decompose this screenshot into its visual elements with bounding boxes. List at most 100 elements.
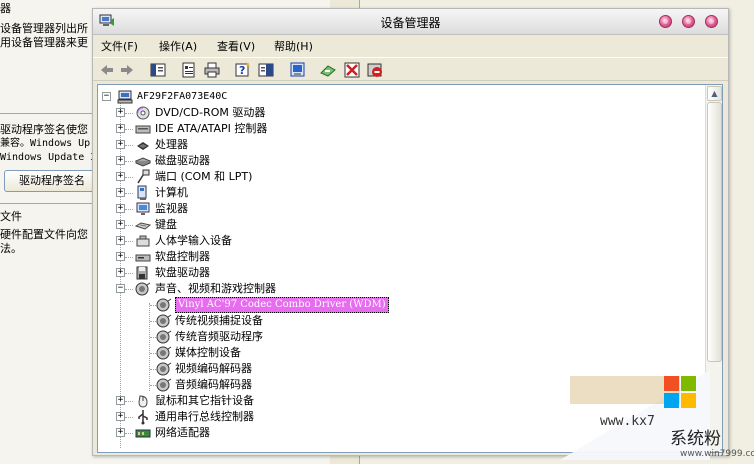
tree-category-label: 监视器 xyxy=(155,202,188,215)
hid-icon xyxy=(135,233,151,249)
tree-category-row[interactable]: + 计算机 xyxy=(98,185,398,201)
tree-category-label: 端口 (COM 和 LPT) xyxy=(155,170,253,183)
sound-icon xyxy=(135,281,151,297)
scan-hardware-icon[interactable] xyxy=(289,61,307,79)
divider xyxy=(0,203,95,204)
forward-icon[interactable] xyxy=(118,61,136,79)
tree-line xyxy=(125,129,133,130)
tree-category-row[interactable]: + 监视器 xyxy=(98,201,398,217)
tree-category-row[interactable]: + 键盘 xyxy=(98,217,398,233)
sound-device-icon xyxy=(156,361,172,377)
tree-category-row[interactable]: + 软盘控制器 xyxy=(98,249,398,265)
tree-line xyxy=(125,209,133,210)
tree-device-label: 音频编码解码器 xyxy=(175,378,252,391)
computer-icon xyxy=(135,185,151,201)
driver-signing-button[interactable]: 驱动程序签名 xyxy=(4,170,96,192)
tree-category-label: 软盘控制器 xyxy=(155,250,210,263)
menu-file[interactable]: 文件(F) xyxy=(101,38,138,54)
tree-device-row[interactable]: 传统音频驱动程序 xyxy=(98,329,398,345)
expand-toggle[interactable]: + xyxy=(116,268,125,277)
expand-toggle[interactable]: + xyxy=(116,108,125,117)
expand-toggle[interactable]: + xyxy=(116,396,125,405)
print-icon[interactable] xyxy=(203,61,221,79)
tree-category-row[interactable]: + 网络适配器 xyxy=(98,425,398,441)
tree-category-label: IDE ATA/ATAPI 控制器 xyxy=(155,122,268,135)
tree-category-row[interactable]: + DVD/CD-ROM 驱动器 xyxy=(98,105,398,121)
svg-text:?: ? xyxy=(239,64,245,77)
bg-text-line: 法。 xyxy=(0,242,22,255)
collapse-toggle[interactable]: − xyxy=(116,284,125,293)
expand-toggle[interactable]: + xyxy=(116,172,125,181)
bg-text-line: Windows Update 3 xyxy=(0,152,97,163)
disable-icon[interactable] xyxy=(343,61,361,79)
uninstall-icon[interactable] xyxy=(366,61,384,79)
expand-toggle[interactable]: + xyxy=(116,140,125,149)
tree-device-row[interactable]: 视频编码解码器 xyxy=(98,361,398,377)
computer-icon xyxy=(117,89,133,105)
tree-device-row[interactable]: 音频编码解码器 xyxy=(98,377,398,393)
tree-category-row[interactable]: + 端口 (COM 和 LPT) xyxy=(98,169,398,185)
console-tree-icon[interactable] xyxy=(149,61,167,79)
tree-category-row[interactable]: − 声音、视频和游戏控制器 xyxy=(98,281,398,297)
tree-line xyxy=(125,177,133,178)
minimize-button[interactable] xyxy=(659,15,672,28)
collapse-toggle[interactable]: − xyxy=(102,92,111,101)
tree-device-row[interactable]: 传统视频捕捉设备 xyxy=(98,313,398,329)
tree-category-label: DVD/CD-ROM 驱动器 xyxy=(155,106,266,119)
expand-toggle[interactable]: + xyxy=(116,236,125,245)
tree-root-row[interactable]: − AF29F2FA073E40C xyxy=(98,89,398,105)
tree-category-row[interactable]: + 处理器 xyxy=(98,137,398,153)
dvd-icon xyxy=(135,105,151,121)
tree-device-row-selected[interactable]: Vinyl AC'97 Codec Combo Driver (WDM) xyxy=(98,297,418,313)
expand-toggle[interactable]: + xyxy=(116,156,125,165)
expand-toggle[interactable]: + xyxy=(116,428,125,437)
tree-category-row[interactable]: + 磁盘驱动器 xyxy=(98,153,398,169)
sound-device-icon xyxy=(156,377,172,393)
title-bar[interactable]: 设备管理器 xyxy=(93,9,728,35)
tree-root-label: AF29F2FA073E40C xyxy=(137,91,228,102)
tree-line xyxy=(125,289,133,290)
tree-category-label: 通用串行总线控制器 xyxy=(155,410,254,423)
tree-device-label: 视频编码解码器 xyxy=(175,362,252,375)
expand-toggle[interactable]: + xyxy=(116,188,125,197)
expand-toggle[interactable]: + xyxy=(116,220,125,229)
expand-toggle[interactable]: + xyxy=(116,412,125,421)
sound-device-icon xyxy=(156,313,172,329)
tree-category-row[interactable]: + 鼠标和其它指针设备 xyxy=(98,393,398,409)
show-hide-icon[interactable] xyxy=(257,61,275,79)
help-icon[interactable]: ? xyxy=(234,61,252,79)
tree-line xyxy=(125,433,133,434)
maximize-button[interactable] xyxy=(682,15,695,28)
menu-action[interactable]: 操作(A) xyxy=(159,38,197,54)
close-button[interactable] xyxy=(705,15,718,28)
toolbar: ? xyxy=(93,57,728,81)
tree-category-row[interactable]: + 软盘驱动器 xyxy=(98,265,398,281)
menu-help[interactable]: 帮助(H) xyxy=(274,38,313,54)
tree-line xyxy=(125,257,133,258)
tree-line xyxy=(125,193,133,194)
update-driver-icon[interactable] xyxy=(319,61,337,79)
tree-category-label: 网络适配器 xyxy=(155,426,210,439)
scroll-thumb[interactable] xyxy=(707,102,722,362)
tree-category-label: 键盘 xyxy=(155,218,177,231)
expand-toggle[interactable]: + xyxy=(116,252,125,261)
expand-toggle[interactable]: + xyxy=(116,204,125,213)
expand-toggle[interactable]: + xyxy=(116,124,125,133)
back-icon[interactable] xyxy=(98,61,116,79)
scroll-up-arrow-icon[interactable]: ▲ xyxy=(707,86,722,101)
tree-category-label: 软盘驱动器 xyxy=(155,266,210,279)
tree-category-row[interactable]: + 人体学输入设备 xyxy=(98,233,398,249)
tree-category-row[interactable]: + 通用串行总线控制器 xyxy=(98,409,398,425)
tree-category-label: 声音、视频和游戏控制器 xyxy=(155,282,276,295)
floppy-controller-icon xyxy=(135,249,151,265)
menu-view[interactable]: 查看(V) xyxy=(217,38,255,54)
divider xyxy=(0,113,95,114)
ide-controller-icon xyxy=(135,121,151,137)
tree-device-label: 媒体控制设备 xyxy=(175,346,241,359)
tree-category-row[interactable]: + IDE ATA/ATAPI 控制器 xyxy=(98,121,398,137)
properties-icon[interactable] xyxy=(180,61,198,79)
tree-line xyxy=(125,241,133,242)
tree-device-row[interactable]: 媒体控制设备 xyxy=(98,345,398,361)
bg-text-line: 兼容。Windows Up xyxy=(0,138,91,149)
tree-category-label: 鼠标和其它指针设备 xyxy=(155,394,254,407)
